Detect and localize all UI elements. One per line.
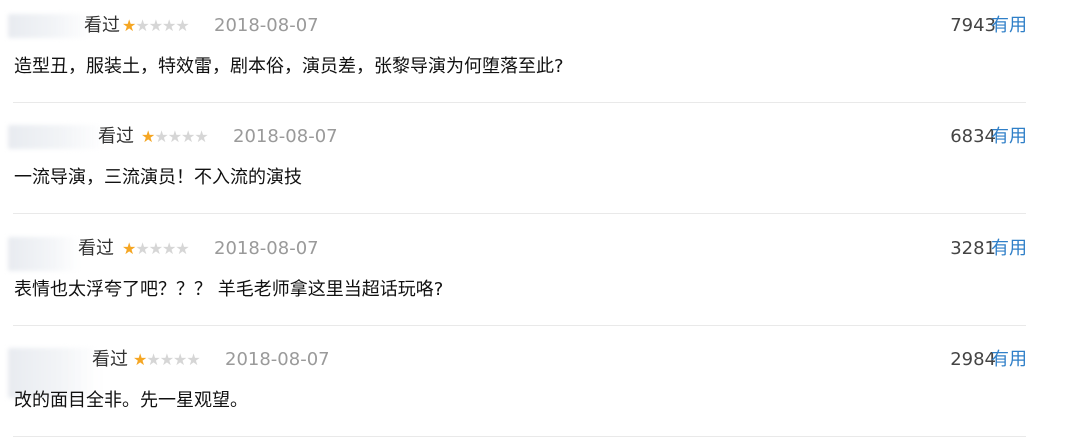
rating-stars: ★★★★★ (133, 350, 201, 370)
star-empty-icon: ★ (146, 350, 160, 369)
star-empty-icon: ★ (162, 239, 176, 258)
useful-count: 3281 (950, 238, 996, 259)
rating-stars: ★★★★★ (122, 239, 190, 259)
review-content: 造型丑，服装土，特效雷，剧本俗，演员差，张黎导演为何堕落至此? (14, 56, 564, 77)
star-empty-icon: ★ (162, 16, 176, 35)
review-content: 表情也太浮夸了吧？？？ 羊毛老师拿这里当超话玩咯? (14, 279, 444, 300)
review-content: 改的面目全非。先一星观望。 (14, 390, 248, 411)
star-empty-icon: ★ (159, 350, 174, 369)
divider (13, 213, 1026, 214)
watched-label: 看过 (78, 238, 114, 259)
star-empty-icon: ★ (181, 127, 195, 146)
star-filled-icon: ★ (141, 127, 155, 146)
useful-count: 7943 (950, 15, 996, 36)
blurred-username (8, 14, 92, 38)
review-item: 看过 ★★★★★ 2018-08-07 7943 有用 造型丑，服装土，特效雷，… (0, 0, 1069, 111)
review-date: 2018-08-07 (214, 238, 319, 259)
review-date: 2018-08-07 (233, 126, 338, 147)
divider (13, 325, 1026, 326)
watched-label: 看过 (98, 126, 134, 147)
review-header: 看过 ★★★★★ 2018-08-07 6834 有用 (0, 125, 1040, 151)
useful-count: 2984 (950, 349, 996, 370)
star-empty-icon: ★ (135, 16, 149, 35)
star-empty-icon: ★ (167, 127, 182, 146)
review-content: 一流导演，三流演员！不入流的演技 (14, 167, 302, 188)
review-date: 2018-08-07 (214, 15, 319, 36)
rating-stars: ★★★★★ (141, 127, 209, 147)
rating-stars: ★★★★★ (122, 16, 190, 36)
star-empty-icon: ★ (135, 239, 149, 258)
useful-count: 6834 (950, 126, 996, 147)
review-header: 看过 ★★★★★ 2018-08-07 2984 有用 (0, 348, 1040, 398)
review-header: 看过 ★★★★★ 2018-08-07 7943 有用 (0, 14, 1040, 40)
watched-label: 看过 (92, 349, 128, 370)
star-filled-icon: ★ (122, 239, 136, 258)
star-filled-icon: ★ (133, 350, 147, 369)
star-empty-icon: ★ (173, 350, 187, 369)
divider (13, 102, 1026, 103)
review-item: 看过 ★★★★★ 2018-08-07 6834 有用 一流导演，三流演员！不入… (0, 111, 1069, 222)
star-empty-icon: ★ (148, 16, 163, 35)
star-empty-icon: ★ (186, 350, 200, 369)
review-item: 看过 ★★★★★ 2018-08-07 2984 有用 改的面目全非。先一星观望… (0, 334, 1069, 445)
blurred-username (8, 125, 106, 149)
review-item: 看过 ★★★★★ 2018-08-07 3281 有用 表情也太浮夸了吧？？？ … (0, 223, 1069, 334)
useful-button[interactable]: 有用 (991, 15, 1027, 37)
review-date: 2018-08-07 (225, 349, 330, 370)
watched-label: 看过 (84, 15, 120, 36)
useful-button[interactable]: 有用 (991, 126, 1027, 148)
star-empty-icon: ★ (194, 127, 208, 146)
star-empty-icon: ★ (175, 239, 189, 258)
blurred-username (8, 237, 80, 271)
star-empty-icon: ★ (154, 127, 168, 146)
star-empty-icon: ★ (175, 16, 189, 35)
review-list: 看过 ★★★★★ 2018-08-07 7943 有用 造型丑，服装土，特效雷，… (0, 0, 1069, 437)
useful-button[interactable]: 有用 (991, 349, 1027, 371)
useful-button[interactable]: 有用 (991, 238, 1027, 260)
star-filled-icon: ★ (122, 16, 136, 35)
star-empty-icon: ★ (148, 239, 163, 258)
review-header: 看过 ★★★★★ 2018-08-07 3281 有用 (0, 237, 1040, 271)
